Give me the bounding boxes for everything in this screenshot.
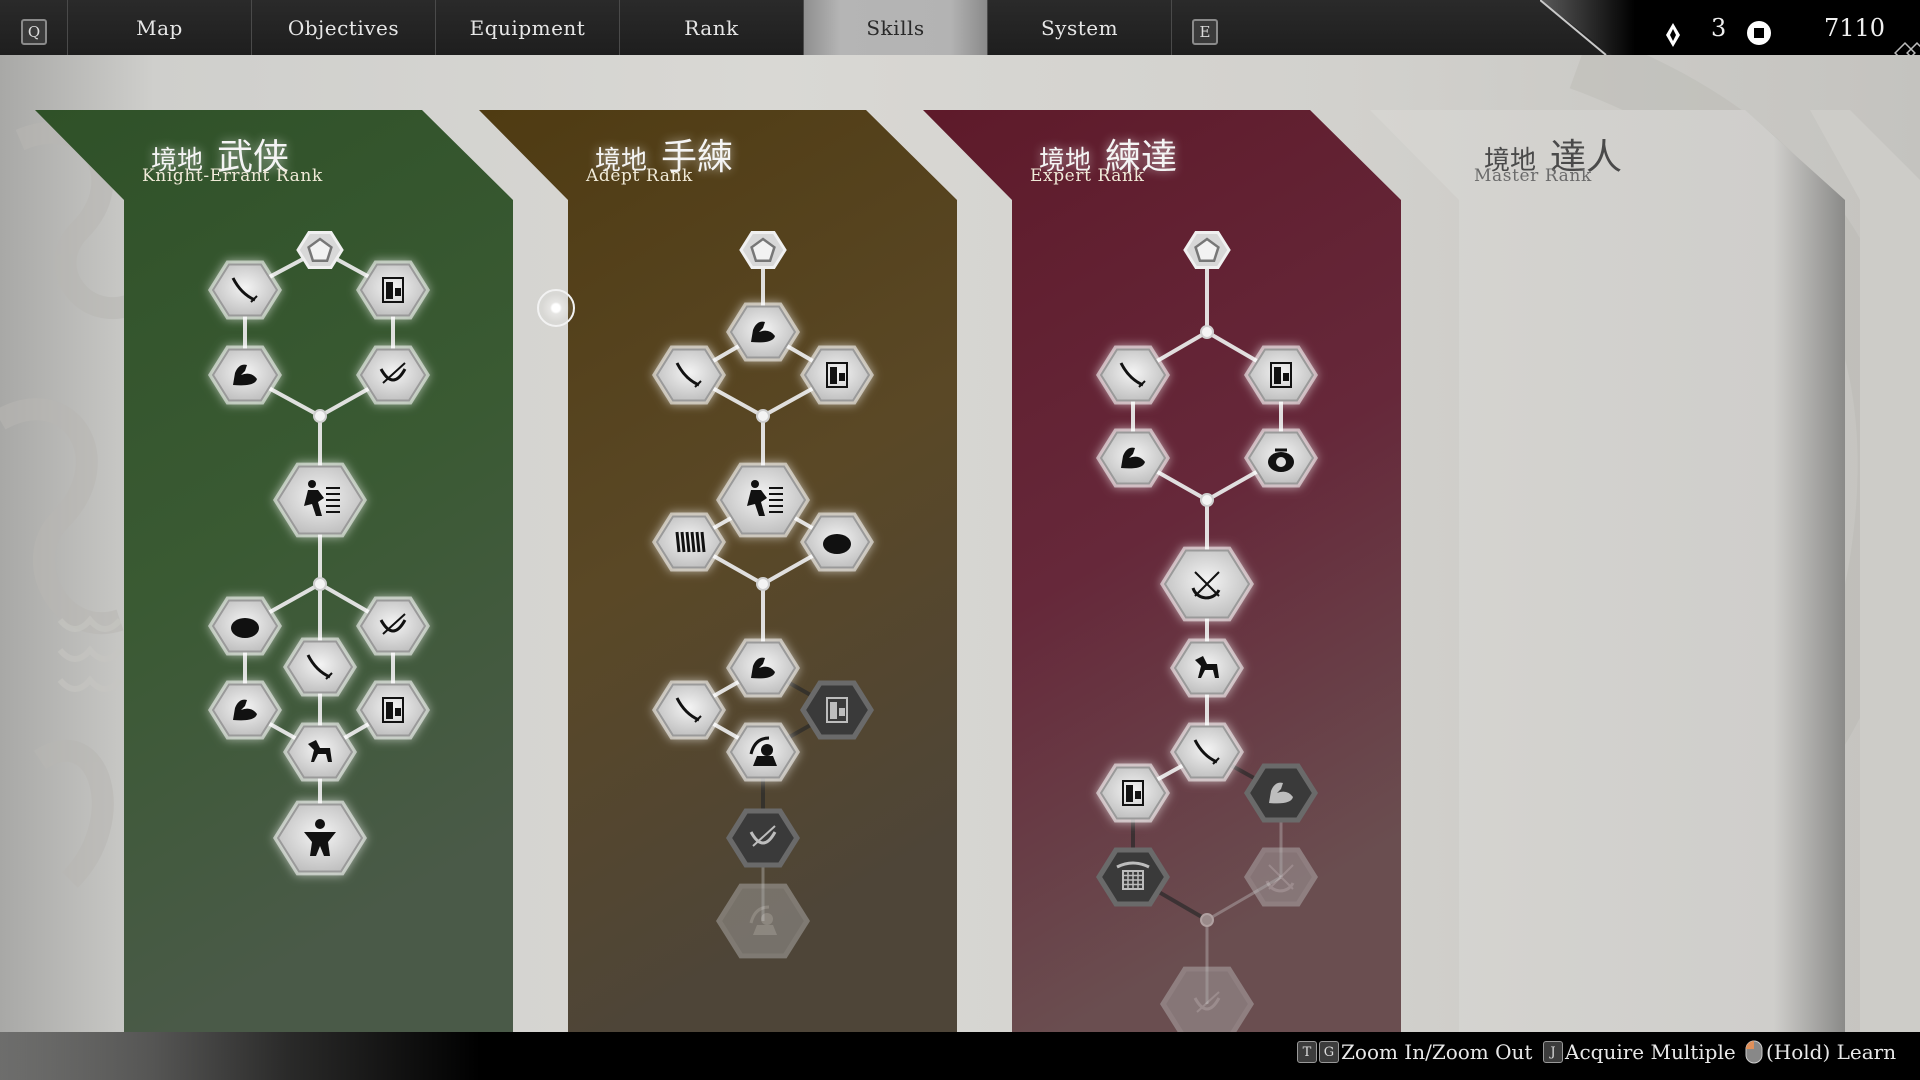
skill-node-pentagon-start[interactable]	[739, 231, 787, 269]
hint-label: Acquire Multiple	[1565, 1040, 1736, 1064]
mouse-cursor	[537, 289, 575, 327]
skill-node-arm-strength[interactable]	[726, 638, 800, 698]
skill-node-sword-strike[interactable]	[726, 722, 800, 782]
skill-node-sword[interactable]	[208, 260, 282, 320]
skill-node-arm-strength[interactable]	[208, 345, 282, 405]
skill-node-arm-strength[interactable]	[208, 680, 282, 740]
skill-node-bow[interactable]	[726, 808, 800, 868]
bun-food-icon	[823, 534, 851, 554]
skill-node-bun-food[interactable]	[800, 512, 874, 572]
skill-node-bow[interactable]	[1160, 966, 1254, 1042]
skill-node-book[interactable]	[800, 680, 874, 740]
skill-node-arm-strength[interactable]	[1096, 428, 1170, 488]
skill-node-sword[interactable]	[283, 637, 357, 697]
skill-node-horse[interactable]	[1170, 638, 1244, 698]
skill-node-warrior-power[interactable]	[273, 800, 367, 876]
skill-junction	[756, 577, 770, 591]
skill-tree-graph	[208, 231, 1318, 1042]
skill-node-money-bag[interactable]	[1244, 428, 1318, 488]
skill-junction	[756, 409, 770, 423]
skill-node-sword-strike[interactable]	[716, 883, 810, 959]
skill-node-book[interactable]	[800, 345, 874, 405]
skill-node-sword[interactable]	[652, 345, 726, 405]
hint-hold-learn[interactable]: (Hold) Learn	[1745, 1040, 1896, 1064]
skill-node-book[interactable]	[1244, 345, 1318, 405]
skill-node-sword[interactable]	[1170, 722, 1244, 782]
skill-node-armor[interactable]	[1096, 847, 1170, 907]
skill-junction	[313, 577, 327, 591]
skill-node-arm-strength[interactable]	[1244, 763, 1318, 823]
skill-node-bow[interactable]	[356, 596, 430, 656]
skill-node-arm-strength[interactable]	[726, 302, 800, 362]
skill-junction	[313, 409, 327, 423]
skill-node-pentagon-start[interactable]	[1183, 231, 1231, 269]
hint-label: Zoom In/Zoom Out	[1341, 1040, 1533, 1064]
skill-node-book[interactable]	[1096, 763, 1170, 823]
key-t: T	[1297, 1041, 1317, 1063]
skill-junction	[1200, 325, 1214, 339]
hint-label: (Hold) Learn	[1766, 1040, 1897, 1064]
hint-zoom[interactable]: T G Zoom In/Zoom Out	[1297, 1040, 1532, 1064]
skill-node-book[interactable]	[356, 680, 430, 740]
skill-node-book[interactable]	[356, 260, 430, 320]
skill-junction	[1200, 913, 1214, 927]
skill-node-sword[interactable]	[652, 680, 726, 740]
mouse-left-icon	[1745, 1040, 1763, 1064]
key-g: G	[1319, 1041, 1339, 1063]
bun-food-icon	[231, 618, 259, 638]
skill-node-dash-kick[interactable]	[716, 462, 810, 538]
skill-node-abacus[interactable]	[652, 512, 726, 572]
skill-node-pentagon-start[interactable]	[296, 231, 344, 269]
skill-node-crossed-bow[interactable]	[1160, 546, 1254, 622]
skill-node-bow[interactable]	[356, 345, 430, 405]
skill-node-sword[interactable]	[1096, 345, 1170, 405]
hint-acquire-multiple[interactable]: J Acquire Multiple	[1543, 1040, 1736, 1064]
skill-node-bun-food[interactable]	[208, 596, 282, 656]
skill-node-horse[interactable]	[283, 722, 357, 782]
skill-node-crossed-bow[interactable]	[1244, 847, 1318, 907]
skill-junction	[1200, 493, 1214, 507]
skill-node-dash-kick[interactable]	[273, 462, 367, 538]
key-j: J	[1543, 1041, 1563, 1063]
